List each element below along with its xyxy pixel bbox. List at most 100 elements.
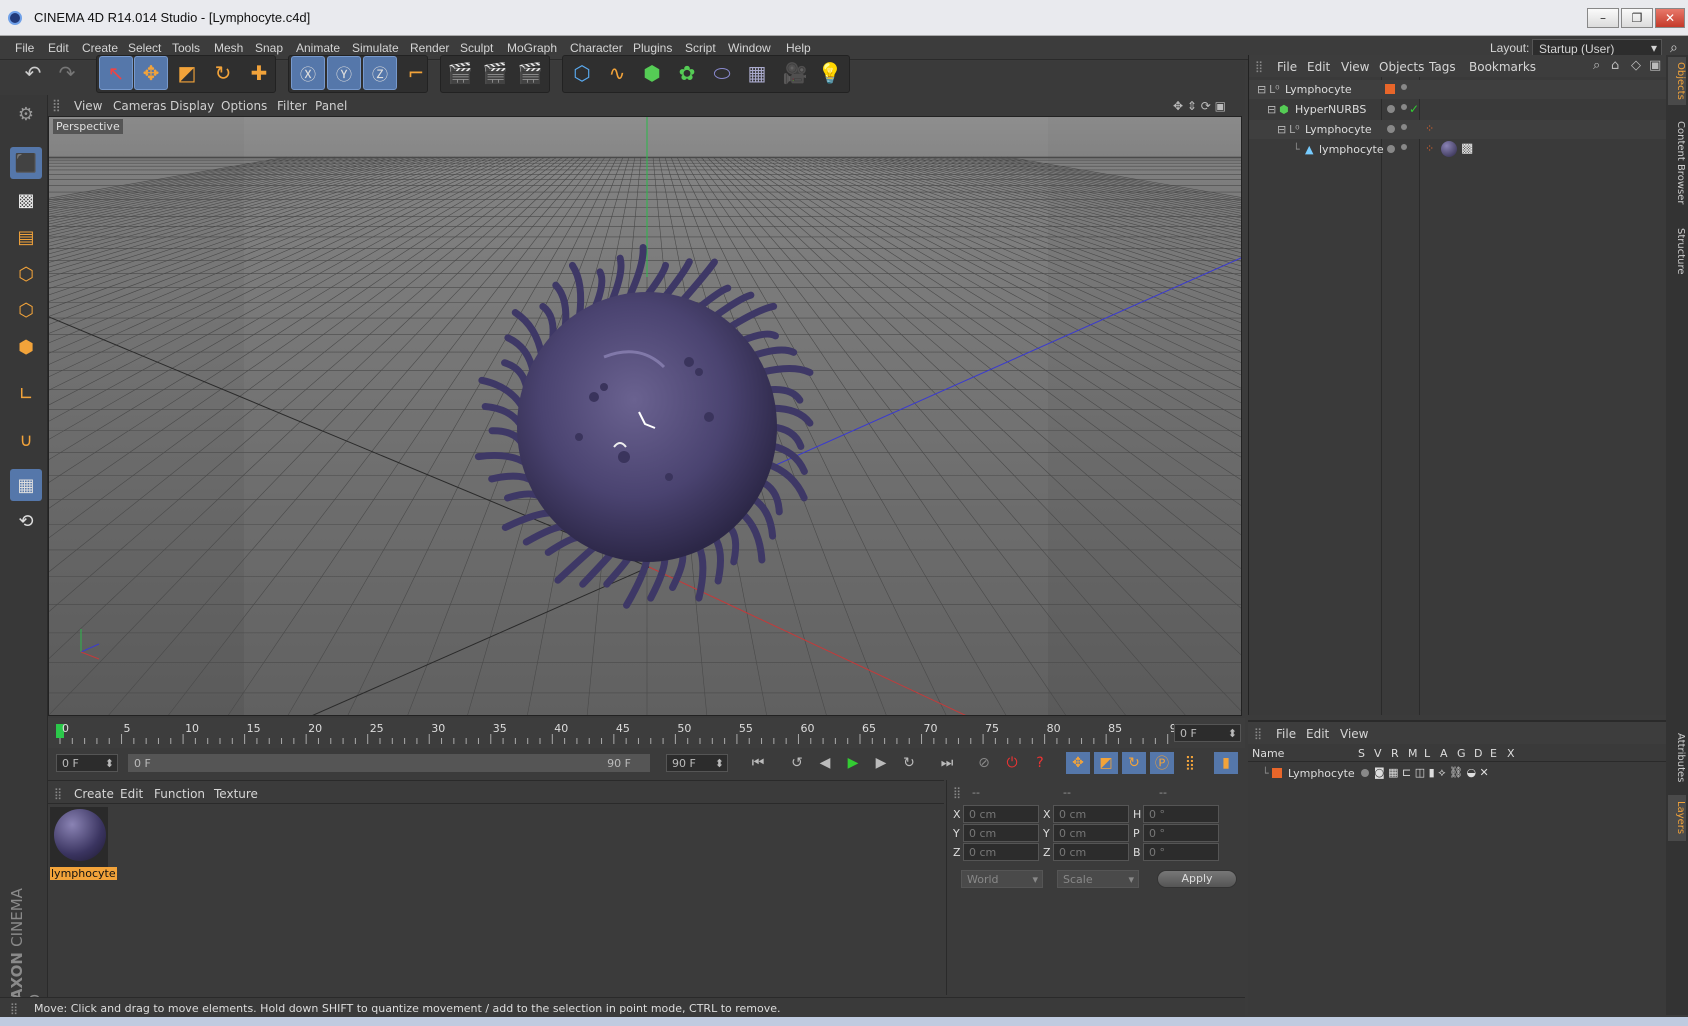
start-frame-field[interactable]: 0 F ⬍ bbox=[56, 754, 118, 772]
mat-menu-function[interactable]: Function bbox=[154, 787, 205, 801]
lock-icon[interactable]: ⟲ bbox=[10, 505, 42, 537]
key-rotation-icon[interactable]: ↻ bbox=[1122, 752, 1146, 774]
layer-column-header[interactable]: E bbox=[1490, 747, 1497, 760]
current-frame-field[interactable]: 0 F ⬍ bbox=[1174, 724, 1241, 742]
obj-menu-edit[interactable]: Edit bbox=[1307, 60, 1330, 74]
menu-sculpt[interactable]: Sculpt bbox=[460, 41, 493, 55]
tab-content-browser[interactable]: Content Browser bbox=[1668, 111, 1686, 215]
back-icon[interactable]: ◇ bbox=[1631, 58, 1641, 73]
menu-tools[interactable]: Tools bbox=[172, 41, 200, 55]
material-name[interactable]: lymphocyte bbox=[50, 867, 117, 880]
menu-simulate[interactable]: Simulate bbox=[352, 41, 399, 55]
camera-icon[interactable]: 🎥 bbox=[778, 56, 812, 90]
coord-value-field[interactable]: 0 cm bbox=[963, 843, 1039, 861]
y-axis-icon[interactable]: Ⓨ bbox=[327, 56, 361, 90]
prev-frame-icon[interactable]: ◀ bbox=[813, 752, 837, 774]
layer-column-header[interactable]: D bbox=[1474, 747, 1482, 760]
layer-column-header[interactable]: S bbox=[1358, 747, 1365, 760]
coord-value-field[interactable]: 0 cm bbox=[963, 805, 1039, 823]
x-axis-icon[interactable]: Ⓧ bbox=[291, 56, 325, 90]
tab-objects[interactable]: Objects bbox=[1668, 57, 1686, 105]
layer-column-header[interactable]: L bbox=[1424, 747, 1430, 760]
home-icon[interactable]: ⌂ bbox=[1611, 58, 1619, 73]
coord-value-field[interactable]: 0 cm bbox=[1053, 805, 1129, 823]
scale-tool-icon[interactable]: ◩ bbox=[170, 56, 204, 90]
cube-icon[interactable]: ⬡ bbox=[565, 56, 599, 90]
layer-menu-edit[interactable]: Edit bbox=[1306, 727, 1329, 741]
obj-menu-objects[interactable]: Objects bbox=[1379, 60, 1424, 74]
layer-column-header[interactable]: A bbox=[1440, 747, 1448, 760]
key-position-icon[interactable]: ✥ bbox=[1066, 752, 1090, 774]
autokey-icon[interactable]: ⏻ bbox=[1000, 752, 1024, 774]
texture-mode-icon[interactable]: ▩ bbox=[10, 184, 42, 216]
make-editable-icon[interactable]: ⚙ bbox=[10, 98, 42, 130]
coord-value-field[interactable]: 0 cm bbox=[1053, 843, 1129, 861]
menu-edit[interactable]: Edit bbox=[48, 41, 69, 55]
collapse-icon[interactable]: ⊟ bbox=[1267, 103, 1276, 116]
visibility-dot[interactable] bbox=[1387, 125, 1395, 133]
key-pla-icon[interactable]: ⣿ bbox=[1178, 752, 1202, 774]
menu-window[interactable]: Window bbox=[728, 41, 771, 55]
edges-mode-icon[interactable]: ⬡ bbox=[10, 294, 42, 326]
close-button[interactable]: ✕ bbox=[1655, 8, 1685, 28]
object-row[interactable]: ⊟ L⁰ Lymphocyte bbox=[1249, 80, 1667, 99]
rotate-tool-icon[interactable]: ↻ bbox=[206, 56, 240, 90]
nurbs-icon[interactable]: ⬢ bbox=[635, 56, 669, 90]
menu-help[interactable]: Help bbox=[786, 41, 811, 55]
visibility-dot[interactable] bbox=[1401, 124, 1407, 130]
layer-column-header[interactable]: V bbox=[1374, 747, 1382, 760]
record-keys-icon[interactable]: ⊘ bbox=[972, 752, 996, 774]
menu-render[interactable]: Render bbox=[410, 41, 449, 55]
uvw-tag-icon[interactable]: ▩ bbox=[1461, 141, 1473, 156]
timeline-ruler[interactable]: 051015202530354045505560657075808590 0 F… bbox=[48, 718, 1245, 748]
coordinate-system-icon[interactable]: ⌐ bbox=[399, 56, 433, 90]
tab-layers[interactable]: Layers bbox=[1668, 795, 1686, 841]
app-icon[interactable] bbox=[8, 11, 22, 25]
layer-column-header[interactable]: Name bbox=[1252, 747, 1284, 760]
visibility-dot[interactable] bbox=[1401, 144, 1407, 150]
obj-menu-bookmarks[interactable]: Bookmarks bbox=[1469, 60, 1536, 74]
redo-icon[interactable]: ↷ bbox=[50, 56, 84, 90]
coord-value-field[interactable]: 0 cm bbox=[963, 824, 1039, 842]
play-icon[interactable]: ▶ bbox=[841, 752, 865, 774]
tag-icon[interactable]: ⁘ bbox=[1425, 142, 1434, 155]
menu-file[interactable]: File bbox=[15, 41, 34, 55]
obj-menu-tags[interactable]: Tags bbox=[1429, 60, 1456, 74]
polygons-mode-icon[interactable]: ⬢ bbox=[10, 331, 42, 363]
new-view-icon[interactable]: ▣ bbox=[1649, 58, 1661, 73]
menu-mograph[interactable]: MoGraph bbox=[507, 41, 557, 55]
coord-value-field[interactable]: 0 ° bbox=[1143, 843, 1219, 861]
viewport-nav-icons[interactable]: ✥ ⇕ ⟳ ▣ bbox=[1173, 99, 1226, 113]
snap-icon[interactable]: ▦ bbox=[10, 469, 42, 501]
vp-menu-display[interactable]: Display bbox=[170, 99, 214, 113]
menu-mesh[interactable]: Mesh bbox=[214, 41, 243, 55]
tag-icon[interactable]: ⁘ bbox=[1425, 122, 1434, 135]
menu-select[interactable]: Select bbox=[128, 41, 161, 55]
object-row[interactable]: ⊟ L⁰ Lymphocyte ⁘ bbox=[1249, 120, 1667, 139]
object-name[interactable]: Lymphocyte bbox=[1305, 123, 1372, 136]
menu-animate[interactable]: Animate bbox=[296, 41, 340, 55]
apply-button[interactable]: Apply bbox=[1157, 870, 1237, 888]
collapse-icon[interactable]: ⊟ bbox=[1257, 83, 1266, 96]
render-picture-viewer-icon[interactable]: 🎬 bbox=[478, 56, 512, 90]
layer-menu-view[interactable]: View bbox=[1340, 727, 1368, 741]
visibility-dot[interactable] bbox=[1401, 104, 1407, 110]
coord-mode-select[interactable]: Scale ▾ bbox=[1057, 870, 1139, 888]
object-name[interactable]: Lymphocyte bbox=[1285, 83, 1352, 96]
search-icon[interactable]: ⌕ bbox=[1593, 58, 1600, 73]
maximize-button[interactable]: ❐ bbox=[1621, 8, 1653, 28]
checkmark-icon[interactable]: ✓ bbox=[1409, 102, 1419, 116]
vp-menu-options[interactable]: Options bbox=[221, 99, 267, 113]
layer-column-header[interactable]: X bbox=[1507, 747, 1515, 760]
render-view-icon[interactable]: 🎬 bbox=[443, 56, 477, 90]
select-tool-icon[interactable]: ↖ bbox=[99, 56, 133, 90]
deformer-icon[interactable]: ⬭ bbox=[705, 56, 739, 90]
coord-value-field[interactable]: 0 ° bbox=[1143, 805, 1219, 823]
key-parameter-icon[interactable]: Ⓟ bbox=[1150, 752, 1174, 774]
workplane-icon[interactable]: ▤ bbox=[10, 221, 42, 253]
points-mode-icon[interactable]: ⬡ bbox=[10, 258, 42, 290]
material-tag-icon[interactable] bbox=[1441, 141, 1457, 157]
go-to-start-icon[interactable]: ⏮ bbox=[746, 752, 770, 774]
end-frame-field[interactable]: 90 F ⬍ bbox=[666, 754, 728, 772]
layer-menu-file[interactable]: File bbox=[1276, 727, 1296, 741]
